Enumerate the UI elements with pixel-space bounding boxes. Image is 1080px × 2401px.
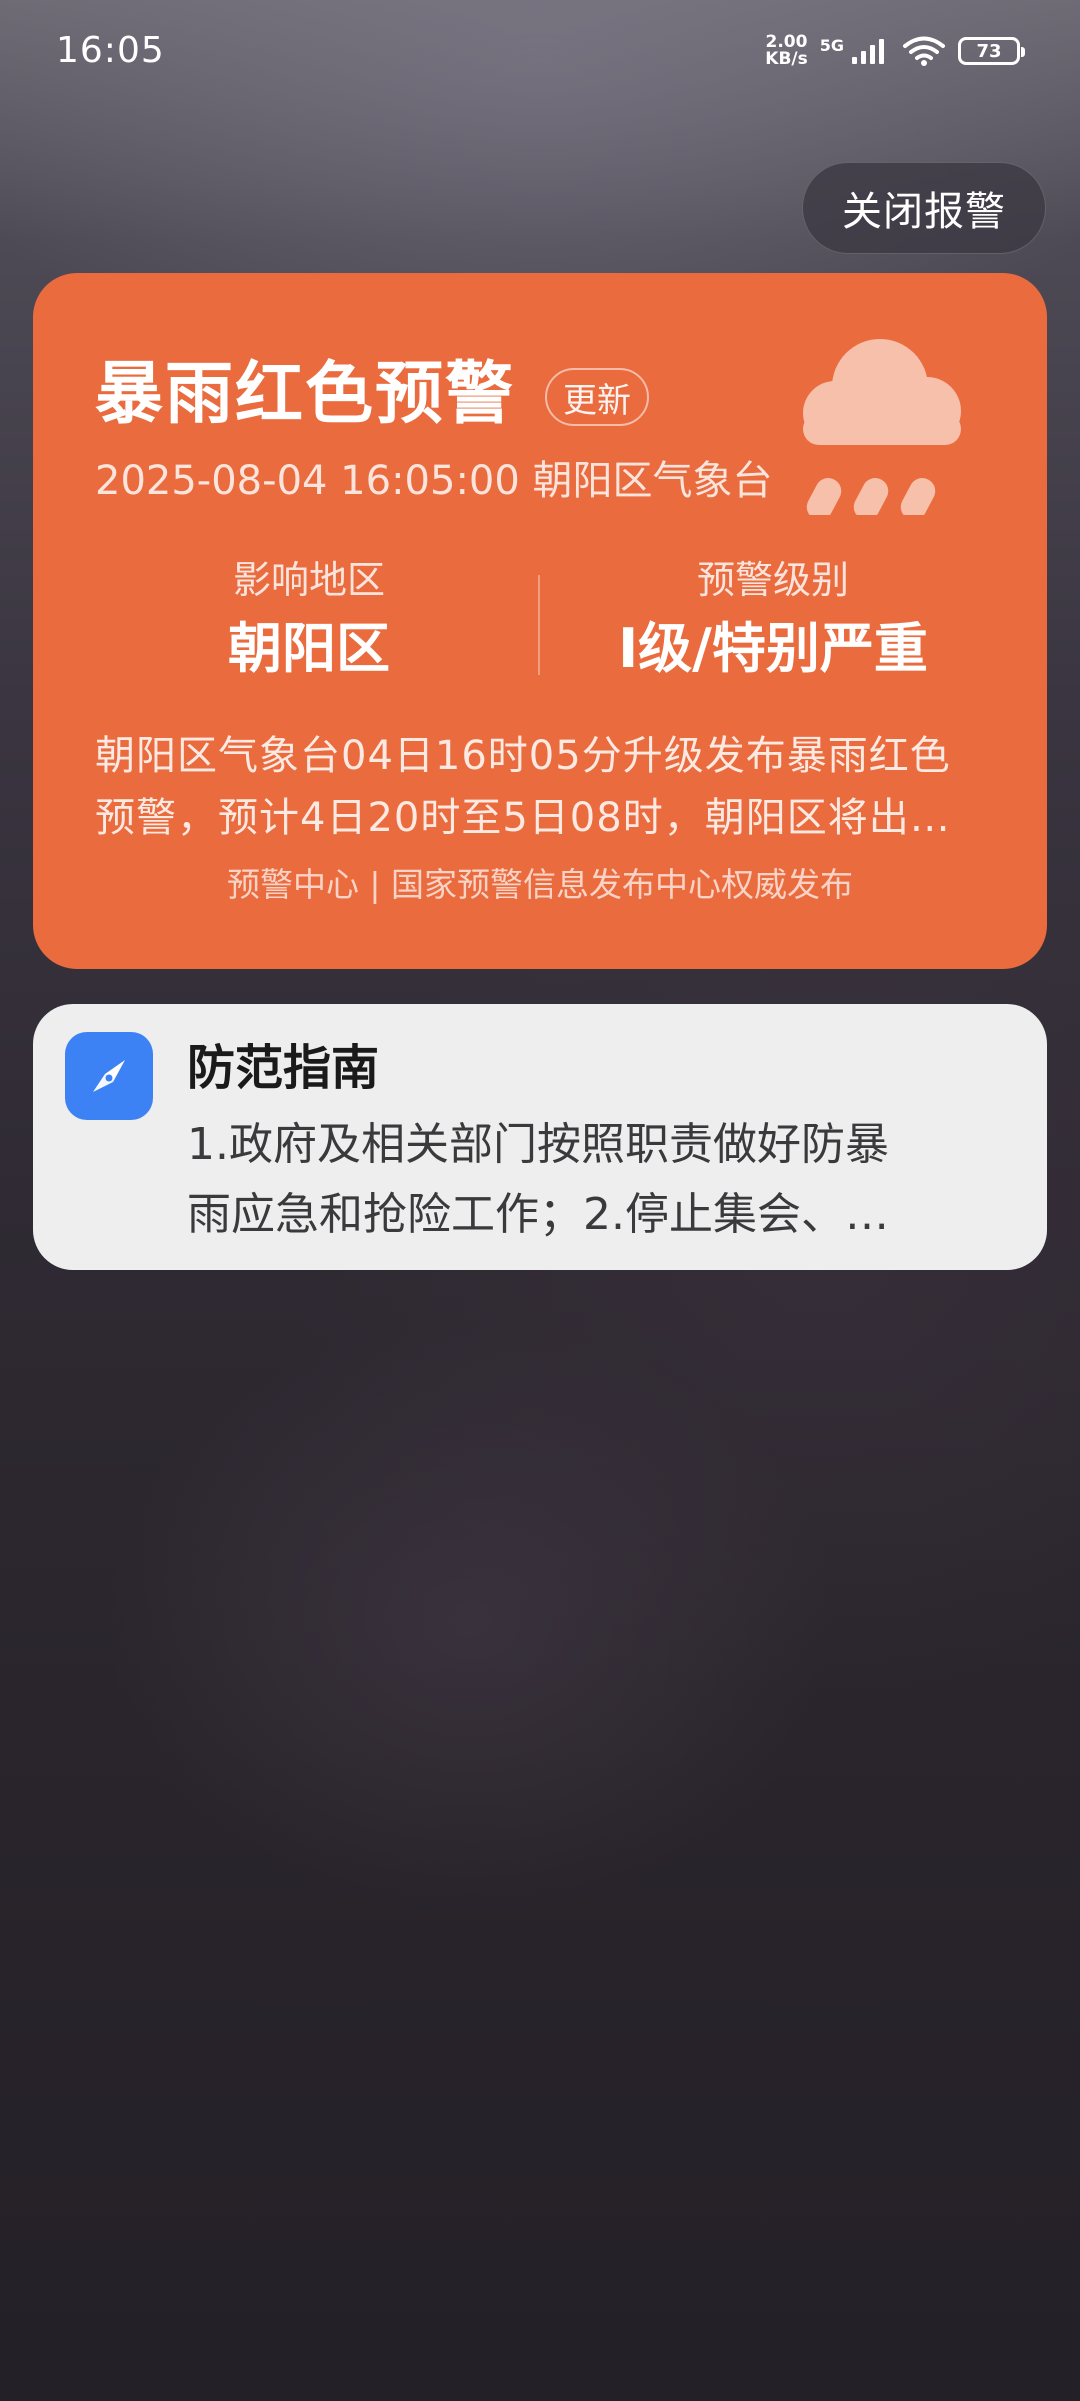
alert-title: 暴雨红色预警 xyxy=(95,355,516,434)
guide-title: 防范指南 xyxy=(187,1040,380,1096)
wifi-icon xyxy=(902,35,946,67)
guide-body: 1.政府及相关部门按照职责做好防暴 雨应急和抢险工作；2.停止集会、… xyxy=(187,1110,1027,1250)
affected-area: 影响地区 朝阳区 xyxy=(89,555,529,681)
warning-level-label: 预警级别 xyxy=(696,558,849,602)
close-alarm-button[interactable]: 关闭报警 xyxy=(802,162,1046,254)
status-indicators: 2.00 KB/s 5G 73 xyxy=(765,34,1025,68)
alert-source: 预警中心 | 国家预警信息发布中心权威发布 xyxy=(226,865,854,904)
alert-card[interactable]: 暴雨红色预警 更新 2025-08-04 16:05:00 朝阳区气象台 影响地… xyxy=(33,273,1047,969)
network-speed-unit: KB/s xyxy=(765,49,808,69)
warning-level-value: I级/特别严重 xyxy=(618,617,928,680)
battery-level: 73 xyxy=(976,40,1002,62)
signal-icon xyxy=(850,37,890,65)
guide-body-line: 1.政府及相关部门按照职责做好防暴 xyxy=(187,1119,889,1170)
affected-area-label: 影响地区 xyxy=(232,558,385,602)
compass-icon xyxy=(65,1032,153,1120)
status-time: 16:05 xyxy=(56,30,165,71)
battery-icon: 73 xyxy=(958,37,1025,65)
update-badge: 更新 xyxy=(545,368,649,426)
guide-body-line: 雨应急和抢险工作；2.停止集会、… xyxy=(187,1189,889,1240)
info-divider xyxy=(538,575,540,675)
status-bar: 16:05 2.00 KB/s 5G 73 xyxy=(0,0,1080,110)
alert-description-line: 朝阳区气象台04日16时05分升级发布暴雨红色 xyxy=(95,733,951,779)
alert-meta: 2025-08-04 16:05:00 朝阳区气象台 xyxy=(95,458,773,504)
heavy-rain-icon xyxy=(795,325,975,520)
alert-description: 朝阳区气象台04日16时05分升级发布暴雨红色 预警，预计4日20时至5日08时… xyxy=(95,725,1015,849)
alert-info-row: 影响地区 朝阳区 预警级别 I级/特别严重 xyxy=(33,555,1047,685)
guide-card[interactable]: 防范指南 1.政府及相关部门按照职责做好防暴 雨应急和抢险工作；2.停止集会、… xyxy=(33,1004,1047,1270)
network-type: 5G xyxy=(819,36,844,55)
alert-description-line: 预警，预计4日20时至5日08时，朝阳区将出… xyxy=(95,795,951,841)
affected-area-value: 朝阳区 xyxy=(228,617,390,680)
warning-level: 预警级别 I级/特别严重 xyxy=(553,555,993,681)
network-speed: 2.00 KB/s xyxy=(765,34,807,68)
